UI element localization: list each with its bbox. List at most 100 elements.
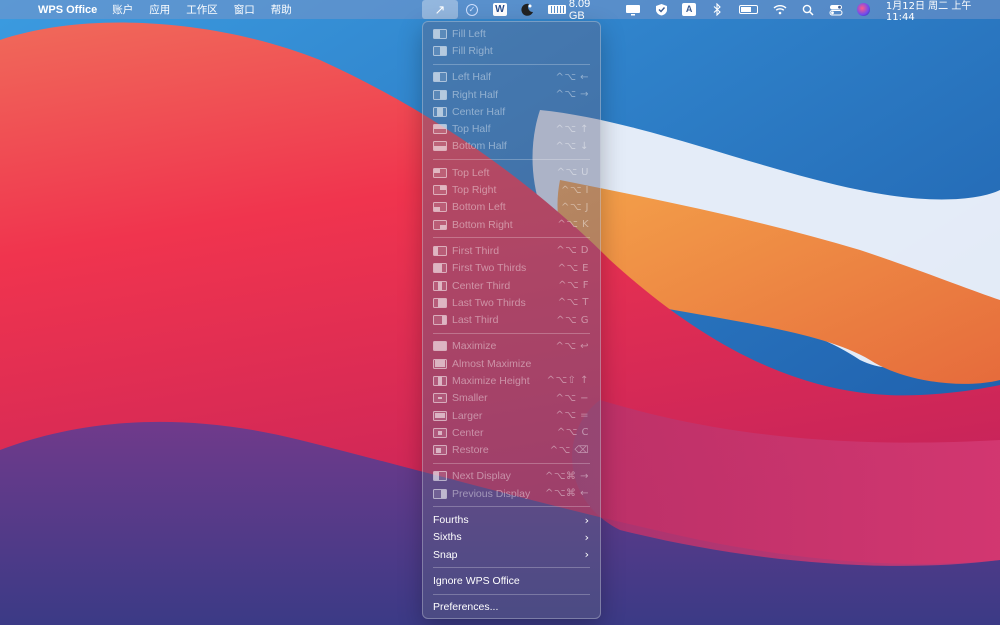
spotlight-search-icon[interactable]: [794, 0, 822, 19]
menu-item-center-third[interactable]: Center Third ^⌥ F: [423, 277, 600, 294]
menu-item-shortcut: ^⌥ ↓: [555, 140, 589, 152]
menu-item-shortcut: ^⌥ ⌫: [549, 444, 589, 456]
window-layout-icon: [433, 45, 447, 56]
shield-icon: [655, 4, 667, 16]
window-layout-icon: [433, 341, 447, 352]
chevron-right-icon: ›: [584, 513, 589, 527]
rectangle-app-icon[interactable]: ↗: [422, 0, 458, 19]
menu-item-right-half[interactable]: Right Half ^⌥ →: [423, 86, 600, 103]
menu-item-shortcut: ^⌥ K: [557, 219, 589, 231]
menu-item-snap[interactable]: Snap ›: [423, 546, 600, 563]
window-layout-icon: [433, 410, 447, 421]
control-center-icon[interactable]: [822, 0, 850, 19]
menu-item-first-two-thirds[interactable]: First Two Thirds ^⌥ E: [423, 260, 600, 277]
menu-item-sixths[interactable]: Sixths ›: [423, 529, 600, 546]
menu-item-label: Last Two Thirds: [452, 296, 526, 309]
menu-item-label: Maximize Height: [452, 374, 530, 387]
menu-item-top-half[interactable]: Top Half ^⌥ ↑: [423, 120, 600, 137]
menu-item-shortcut: ^⌥ =: [555, 410, 589, 422]
menu-item-shortcut: ^⌥⌘ →: [545, 470, 589, 482]
menu-item-shortcut: ^⌥ G: [556, 314, 589, 326]
menu-item-preferences[interactable]: Preferences...: [423, 599, 600, 616]
menu-item-label: First Two Thirds: [452, 262, 527, 275]
app-name-menu[interactable]: WPS Office: [38, 4, 97, 16]
menu-item-first-third[interactable]: First Third ^⌥ D: [423, 242, 600, 259]
menu-item-label: Previous Display: [452, 487, 531, 500]
menu-item-center-half[interactable]: Center Half: [423, 103, 600, 120]
wps-icon[interactable]: W: [486, 0, 514, 19]
menu-item-bottom-half[interactable]: Bottom Half ^⌥ ↓: [423, 138, 600, 155]
menu-item-ignore-app[interactable]: Ignore WPS Office: [423, 572, 600, 589]
menu-item-shortcut: ^⌥ J: [560, 201, 589, 213]
menu-item-smaller[interactable]: Smaller ^⌥ −: [423, 390, 600, 407]
menu-separator: [433, 159, 590, 161]
menu-item-top-left[interactable]: Top Left ^⌥ U: [423, 164, 600, 181]
menu-item-shortcut: ^⌥ U: [556, 167, 589, 179]
display-icon[interactable]: [619, 0, 647, 19]
toggles-icon: [829, 4, 843, 15]
menu-separator: [433, 63, 590, 65]
shield-app-icon[interactable]: [647, 0, 675, 19]
menu-item-bottom-right[interactable]: Bottom Right ^⌥ K: [423, 216, 600, 233]
menu-item-larger[interactable]: Larger ^⌥ =: [423, 407, 600, 424]
menu-item-bottom-left[interactable]: Bottom Left ^⌥ J: [423, 199, 600, 216]
window-layout-icon: [433, 185, 447, 196]
battery-icon[interactable]: [731, 0, 766, 19]
check-circle-icon[interactable]: ✓: [458, 0, 486, 19]
siri-glyph: [857, 3, 871, 16]
menu-item-label: Left Half: [452, 71, 492, 84]
menu-item-label: Center Half: [452, 105, 506, 118]
menu-item-label: Preferences...: [433, 601, 499, 614]
wps-glyph: W: [492, 3, 507, 16]
menu-item-maximize-height[interactable]: Maximize Height ^⌥⇧ ↑: [423, 372, 600, 389]
window-layout-icon: [433, 488, 447, 499]
window-layout-icon: [433, 375, 447, 386]
moon-app-icon[interactable]: [514, 0, 542, 19]
chevron-right-icon: ›: [584, 548, 589, 562]
menu-item-shortcut: ^⌥⇧ ↑: [546, 375, 589, 387]
menu-apps[interactable]: 应用: [149, 2, 170, 17]
menu-item-shortcut: ^⌥ ↩: [555, 340, 589, 352]
bluetooth-icon[interactable]: [703, 0, 731, 19]
wifi-icon[interactable]: [766, 0, 794, 19]
menu-item-left-half[interactable]: Left Half ^⌥ ←: [423, 69, 600, 86]
menu-item-label: First Third: [452, 244, 500, 257]
menu-help[interactable]: 帮助: [271, 2, 292, 17]
siri-icon[interactable]: [850, 0, 878, 19]
input-method-icon[interactable]: A: [675, 0, 703, 19]
menu-separator: [433, 237, 590, 239]
menu-item-fill-left[interactable]: Fill Left: [423, 25, 600, 42]
menu-window[interactable]: 窗口: [234, 2, 255, 17]
menu-account[interactable]: 账户: [112, 2, 133, 17]
menu-item-maximize[interactable]: Maximize ^⌥ ↩: [423, 338, 600, 355]
menu-item-label: Fill Left: [452, 27, 486, 40]
menu-item-shortcut: ^⌥ I: [560, 184, 589, 196]
menu-item-last-third[interactable]: Last Third ^⌥ G: [423, 311, 600, 328]
menu-body: Fill Left Fill Right Left Half ^⌥ ← Right Ha…: [423, 25, 600, 502]
menu-item-fourths[interactable]: Fourths ›: [423, 511, 600, 528]
menu-item-next-display[interactable]: Next Display ^⌥⌘ →: [423, 468, 600, 485]
menu-item-restore[interactable]: Restore ^⌥ ⌫: [423, 442, 600, 459]
menu-item-fill-right[interactable]: Fill Right: [423, 42, 600, 59]
menu-item-center[interactable]: Center ^⌥ C: [423, 424, 600, 441]
window-layout-icon: [433, 141, 447, 152]
menu-item-shortcut: ^⌥ −: [555, 392, 589, 404]
menu-workspace[interactable]: 工作区: [186, 2, 218, 17]
menu-item-shortcut: ^⌥ →: [555, 89, 589, 101]
menu-item-label: Center Third: [452, 279, 511, 292]
menu-item-label: Last Third: [452, 314, 499, 327]
menu-item-last-two-thirds[interactable]: Last Two Thirds ^⌥ T: [423, 294, 600, 311]
menu-separator: [433, 567, 590, 569]
menu-item-shortcut: ^⌥⌘ ←: [545, 488, 589, 500]
menu-item-shortcut: ^⌥ ←: [555, 71, 589, 83]
menu-item-almost-maximize[interactable]: Almost Maximize: [423, 355, 600, 372]
menu-item-label: Smaller: [452, 392, 488, 405]
window-layout-icon: [433, 427, 447, 438]
menu-item-label: Almost Maximize: [452, 357, 532, 370]
menubar-clock[interactable]: 1月12日 周二 上午11:44: [886, 0, 1000, 23]
window-layout-icon: [433, 106, 447, 117]
memory-indicator[interactable]: 8.09 GB: [547, 0, 609, 22]
window-layout-icon: [433, 471, 447, 482]
menu-item-previous-display[interactable]: Previous Display ^⌥⌘ ←: [423, 485, 600, 502]
menu-item-top-right[interactable]: Top Right ^⌥ I: [423, 181, 600, 198]
